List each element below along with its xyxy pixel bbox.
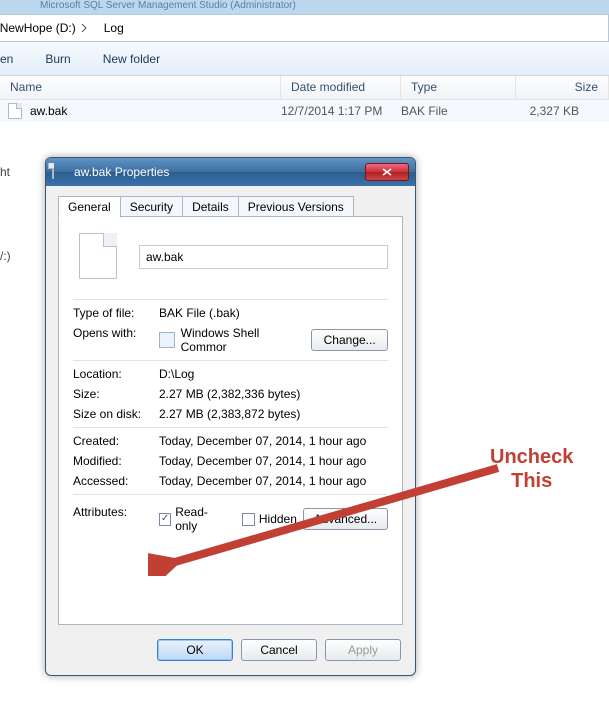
file-icon [52,164,68,180]
column-header-name[interactable]: Name [0,76,281,99]
label-location: Location: [73,367,159,381]
file-icon [0,103,30,119]
value-created: Today, December 07, 2014, 1 hour ago [159,434,388,448]
column-headers: Name Date modified Type Size [0,76,609,100]
value-modified: Today, December 07, 2014, 1 hour ago [159,454,388,468]
burn-button[interactable]: Burn [29,42,86,75]
checkbox-icon [242,513,255,526]
ok-button[interactable]: OK [157,639,233,661]
separator [73,427,388,428]
fragment-text: ht [0,160,18,184]
chevron-right-icon [80,23,88,33]
separator [73,360,388,361]
value-size-on-disk: 2.27 MB (2,383,872 bytes) [159,407,388,421]
cropped-nav-fragment: ht /:) [0,160,18,268]
breadcrumb-seg-folder[interactable]: Log [94,15,130,41]
dialog-title: aw.bak Properties [74,165,169,179]
open-button[interactable]: en [0,42,29,75]
file-type-icon [79,233,117,279]
address-breadcrumb[interactable]: uter NewHope (D:) Log [0,14,609,42]
breadcrumb-label: Log [104,21,124,35]
label-opens-with: Opens with: [73,326,159,354]
tab-strip: General Security Details Previous Versio… [58,196,353,217]
tab-previous-versions[interactable]: Previous Versions [238,196,354,217]
explorer-toolbar: en Burn New folder [0,42,609,76]
readonly-label: Read-only [175,505,226,533]
label-accessed: Accessed: [73,474,159,488]
file-name: aw.bak [30,104,281,118]
annotation-text: UncheckThis [490,445,573,493]
change-button[interactable]: Change... [311,329,388,351]
label-attributes: Attributes: [73,505,159,533]
tab-general[interactable]: General [58,196,121,218]
tab-details[interactable]: Details [182,196,239,217]
readonly-checkbox[interactable]: ✓ Read-only [159,505,226,533]
label-size-on-disk: Size on disk: [73,407,159,421]
column-header-type[interactable]: Type [401,76,516,99]
apply-button[interactable]: Apply [325,639,401,661]
fragment-text: /:) [0,244,18,268]
label-modified: Modified: [73,454,159,468]
value-accessed: Today, December 07, 2014, 1 hour ago [159,474,388,488]
new-folder-button[interactable]: New folder [87,42,176,75]
app-icon [159,332,175,348]
column-header-date[interactable]: Date modified [281,76,401,99]
cancel-button[interactable]: Cancel [241,639,317,661]
value-size: 2.27 MB (2,382,336 bytes) [159,387,388,401]
advanced-button[interactable]: Advanced... [303,508,388,530]
dialog-titlebar[interactable]: aw.bak Properties [46,158,415,186]
background-app-titlebar: Microsoft SQL Server Management Studio (… [0,0,609,14]
file-type: BAK File [401,104,516,118]
tab-security[interactable]: Security [120,196,183,217]
breadcrumb-seg-drive[interactable]: NewHope (D:) [0,15,94,41]
file-size: 2,327 KB [516,104,609,118]
close-icon [382,168,392,176]
checkbox-icon: ✓ [159,513,171,526]
value-type: BAK File (.bak) [159,306,388,320]
column-header-size[interactable]: Size [516,76,609,99]
file-date: 12/7/2014 1:17 PM [281,104,401,118]
properties-dialog: aw.bak Properties General Security Detai… [45,157,416,676]
label-type: Type of file: [73,306,159,320]
dialog-button-row: OK Cancel Apply [157,639,401,661]
file-row[interactable]: aw.bak 12/7/2014 1:17 PM BAK File 2,327 … [0,100,609,122]
label-created: Created: [73,434,159,448]
value-location: D:\Log [159,367,388,381]
tab-page-general: aw.bak Type of file:BAK File (.bak) Open… [58,216,403,625]
breadcrumb-label: NewHope (D:) [0,21,76,35]
value-opens-with: Windows Shell Commor [181,326,306,354]
close-button[interactable] [365,163,409,181]
hidden-label: Hidden [259,512,297,526]
hidden-checkbox[interactable]: Hidden [242,512,297,526]
label-size: Size: [73,387,159,401]
separator [73,299,388,300]
filename-input[interactable]: aw.bak [139,245,388,269]
separator [73,494,388,495]
